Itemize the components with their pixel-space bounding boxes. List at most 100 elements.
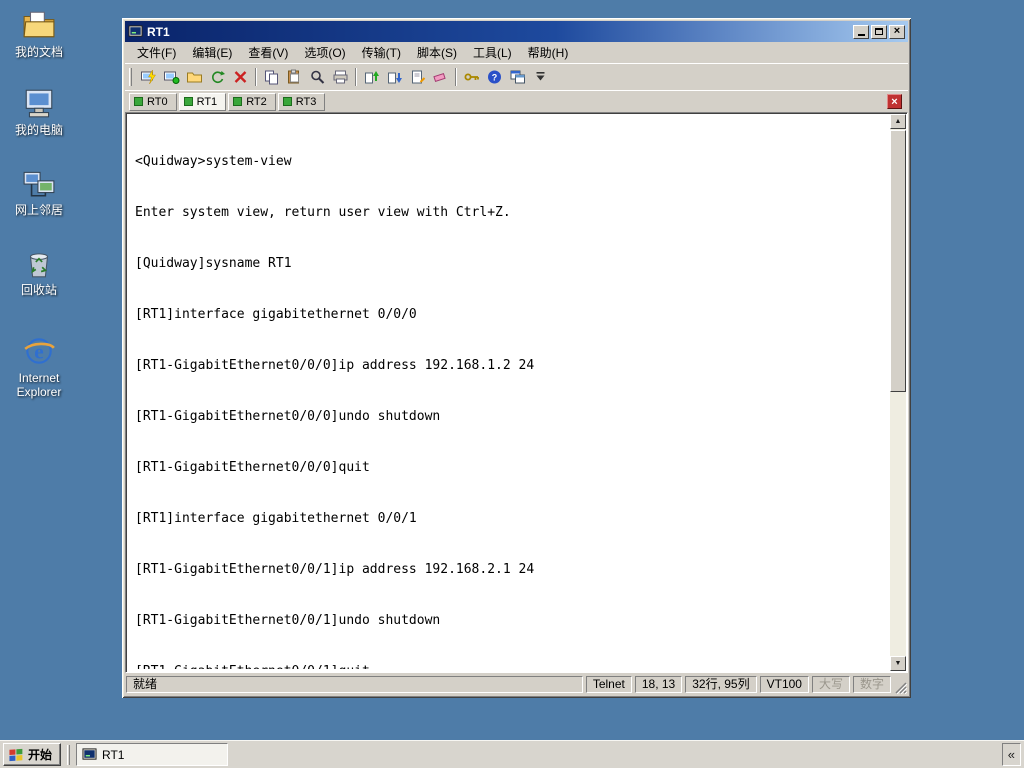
- toolbar: ?: [125, 63, 908, 90]
- desktop-icon-my-computer[interactable]: 我的电脑: [6, 86, 72, 137]
- find-icon[interactable]: [306, 66, 329, 88]
- paste-icon[interactable]: [283, 66, 306, 88]
- tray-expand-chevron[interactable]: «: [1008, 747, 1015, 762]
- scroll-down-button[interactable]: ▼: [890, 656, 906, 671]
- desktop-icon-network-places[interactable]: 网上邻居: [6, 166, 72, 217]
- desktop-icon-label: Internet Explorer: [16, 371, 62, 399]
- terminal-line: [RT1]interface gigabitethernet 0/0/1: [135, 511, 417, 526]
- taskbar-grip[interactable]: [67, 744, 71, 765]
- menu-options[interactable]: 选项(O): [296, 42, 353, 63]
- app-icon: [128, 24, 143, 39]
- terminal-area[interactable]: <Quidway>system-view Enter system view, …: [125, 112, 908, 673]
- connected-indicator-icon: [183, 97, 193, 106]
- window-resize-grip[interactable]: [894, 681, 907, 694]
- terminal-line: [RT1-GigabitEthernet0/0/1]ip address 192…: [135, 562, 535, 577]
- terminal-line: Enter system view, return user view with…: [135, 205, 511, 220]
- connected-indicator-icon: [282, 97, 292, 106]
- close-tab-button[interactable]: ×: [887, 94, 902, 109]
- task-button-label: RT1: [102, 747, 125, 762]
- send-file-icon[interactable]: [360, 66, 383, 88]
- toolbar-separator: [455, 68, 457, 86]
- desktop-icon-internet-explorer[interactable]: e Internet Explorer: [6, 334, 72, 399]
- taskbar-task-rt1[interactable]: RT1: [76, 743, 229, 766]
- toolbar-separator: [255, 68, 257, 86]
- terminal-line: [RT1-GigabitEthernet0/0/0]undo shutdown: [135, 409, 441, 424]
- close-icon: ×: [893, 25, 901, 37]
- disconnect-icon[interactable]: [229, 66, 252, 88]
- scrollbar-thumb[interactable]: [890, 130, 906, 392]
- terminal-window: RT1 × 文件(F) 编辑(E) 查看(V) 选项(O) 传输(T) 脚本(S…: [122, 18, 911, 698]
- reconnect-icon[interactable]: [206, 66, 229, 88]
- menu-edit[interactable]: 编辑(E): [184, 42, 240, 63]
- network-places-icon: [22, 166, 56, 200]
- tab-rt0[interactable]: RT0: [129, 92, 177, 111]
- terminal-line: [RT1-GigabitEthernet0/0/0]ip address 192…: [135, 358, 535, 373]
- status-emulation: VT100: [759, 676, 809, 693]
- menu-help[interactable]: 帮助(H): [520, 42, 577, 63]
- tab-rt2[interactable]: RT2: [228, 92, 276, 111]
- desktop-icon-recycle-bin[interactable]: 回收站: [6, 246, 72, 297]
- status-caps-lock: 大写: [811, 676, 850, 693]
- status-cursor-position: 18, 13: [634, 676, 683, 693]
- terminal-line: [Quidway]sysname RT1: [135, 256, 292, 271]
- log-session-icon[interactable]: [406, 66, 429, 88]
- terminal-line: [RT1-GigabitEthernet0/0/1]undo shutdown: [135, 613, 441, 628]
- tab-rt3[interactable]: RT3: [277, 92, 326, 111]
- toolbar-separator: [355, 68, 357, 86]
- terminal-line: [RT1-GigabitEthernet0/0/1]quit: [135, 663, 887, 669]
- menu-bar: 文件(F) 编辑(E) 查看(V) 选项(O) 传输(T) 脚本(S) 工具(L…: [125, 42, 908, 63]
- connect-icon[interactable]: [160, 66, 183, 88]
- desktop-icon-label: 网上邻居: [14, 203, 63, 217]
- desktop-icon-label: 回收站: [20, 283, 57, 297]
- status-num-lock: 数字: [852, 676, 891, 693]
- tab-label: RT3: [295, 95, 317, 108]
- tab-label: RT2: [246, 95, 267, 108]
- menu-view[interactable]: 查看(V): [240, 42, 296, 63]
- menu-file[interactable]: 文件(F): [129, 42, 184, 63]
- menu-script[interactable]: 脚本(S): [409, 42, 465, 63]
- terminal-output: <Quidway>system-view Enter system view, …: [135, 119, 887, 669]
- notification-area: «: [1001, 743, 1021, 766]
- arrow-down-icon: ▼: [894, 660, 902, 667]
- title-bar[interactable]: RT1 ×: [125, 21, 908, 42]
- terminal-app-icon: [82, 747, 97, 762]
- svg-text:?: ?: [492, 73, 498, 83]
- start-button-label: 开始: [28, 748, 53, 762]
- status-protocol: Telnet: [585, 676, 632, 693]
- vertical-scrollbar[interactable]: ▲ ▼: [890, 114, 906, 671]
- session-options-icon[interactable]: [460, 66, 483, 88]
- new-session-icon[interactable]: [183, 66, 206, 88]
- quick-connect-icon[interactable]: [137, 66, 160, 88]
- tab-bar: RT0 RT1 RT2 RT3 ×: [125, 90, 908, 112]
- clear-screen-icon[interactable]: [429, 66, 452, 88]
- desktop-icon-label: 我的文档: [14, 45, 63, 59]
- toolbar-grip[interactable]: [129, 68, 132, 86]
- help-icon[interactable]: ?: [483, 66, 506, 88]
- close-button[interactable]: ×: [889, 24, 905, 39]
- desktop-icon-label: 我的电脑: [14, 123, 63, 137]
- minimize-icon: [857, 34, 865, 36]
- receive-file-icon[interactable]: [383, 66, 406, 88]
- recycle-bin-icon: [22, 246, 56, 280]
- tab-label: RT1: [196, 95, 218, 108]
- menu-transfer[interactable]: 传输(T): [354, 42, 409, 63]
- maximize-button[interactable]: [871, 24, 887, 39]
- status-terminal-size: 32行, 95列: [685, 676, 757, 693]
- menu-tools[interactable]: 工具(L): [465, 42, 520, 63]
- toolbar-overflow-icon[interactable]: [529, 66, 552, 88]
- tab-rt1[interactable]: RT1: [178, 92, 227, 111]
- desktop: { "desktop": { "icons": [ { "label": "我的…: [0, 0, 1024, 768]
- start-button[interactable]: 开始: [3, 743, 62, 766]
- print-icon[interactable]: [329, 66, 352, 88]
- copy-icon[interactable]: [260, 66, 283, 88]
- minimize-button[interactable]: [853, 24, 869, 39]
- arrow-up-icon: ▲: [894, 118, 902, 125]
- terminal-line: [RT1-GigabitEthernet0/0/0]quit: [135, 460, 370, 475]
- maximize-icon: [875, 28, 883, 35]
- session-manager-icon[interactable]: [506, 66, 529, 88]
- desktop-icon-my-documents[interactable]: 我的文档: [6, 8, 72, 59]
- taskbar: 开始 RT1 «: [0, 740, 1024, 768]
- status-ready: 就绪: [126, 676, 583, 693]
- scroll-up-button[interactable]: ▲: [890, 114, 906, 129]
- terminal-line: <Quidway>system-view: [135, 154, 292, 169]
